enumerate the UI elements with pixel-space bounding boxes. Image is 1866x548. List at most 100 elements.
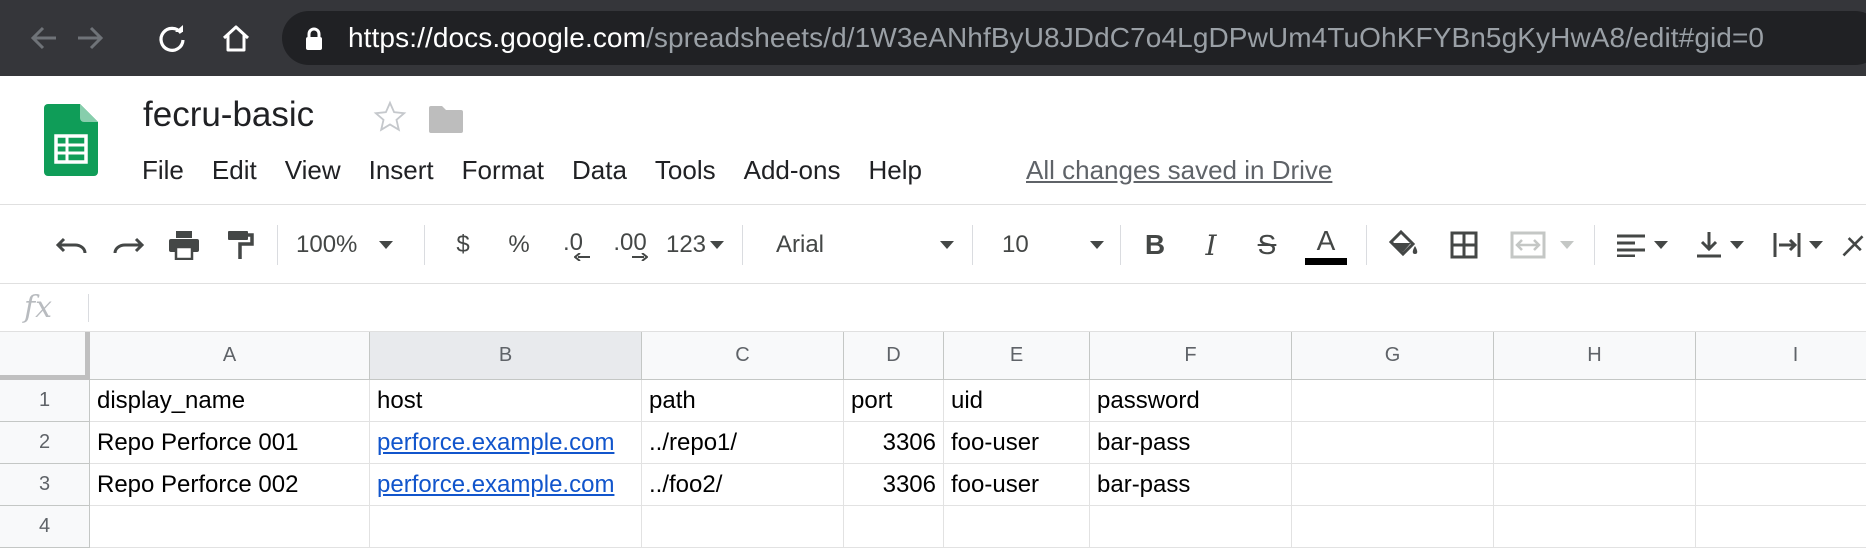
currency-format-button[interactable]: $ bbox=[446, 205, 480, 285]
text-wrapping-button[interactable] bbox=[1768, 205, 1828, 285]
menu-insert[interactable]: Insert bbox=[369, 154, 434, 186]
cell-e1[interactable]: uid bbox=[944, 380, 1090, 422]
url-path: /spreadsheets/d/1W3eANhfByU8JDdC7o4LgDPw… bbox=[646, 22, 1765, 53]
decrease-decimal-button[interactable]: .0 bbox=[552, 205, 594, 285]
row-header-1[interactable]: 1 bbox=[0, 380, 90, 422]
address-bar[interactable]: https://docs.google.com/spreadsheets/d/1… bbox=[282, 11, 1866, 65]
column-header-f[interactable]: F bbox=[1090, 332, 1292, 380]
cell-c4[interactable] bbox=[642, 506, 844, 548]
cell-f2[interactable]: bar-pass bbox=[1090, 422, 1292, 464]
cell-i4[interactable] bbox=[1696, 506, 1866, 548]
cell-a3[interactable]: Repo Perforce 002 bbox=[90, 464, 370, 506]
undo-button[interactable] bbox=[50, 205, 94, 285]
horizontal-align-button[interactable] bbox=[1612, 205, 1672, 285]
merge-cells-icon bbox=[1510, 231, 1546, 259]
bold-button[interactable]: B bbox=[1138, 205, 1172, 285]
row-header-3[interactable]: 3 bbox=[0, 464, 90, 506]
toolbar-separator bbox=[742, 225, 743, 265]
percent-label: % bbox=[508, 231, 530, 258]
merge-cells-button[interactable] bbox=[1502, 205, 1582, 285]
cell-d1[interactable]: port bbox=[844, 380, 944, 422]
cell-g1[interactable] bbox=[1292, 380, 1494, 422]
cell-g2[interactable] bbox=[1292, 422, 1494, 464]
row-header-2[interactable]: 2 bbox=[0, 422, 90, 464]
menu-tools[interactable]: Tools bbox=[655, 154, 716, 186]
fill-color-button[interactable] bbox=[1384, 205, 1424, 285]
print-button[interactable] bbox=[162, 205, 206, 285]
forward-button[interactable] bbox=[70, 18, 110, 58]
cell-d4[interactable] bbox=[844, 506, 944, 548]
cell-i2[interactable] bbox=[1696, 422, 1866, 464]
star-icon[interactable] bbox=[372, 100, 408, 134]
cell-h4[interactable] bbox=[1494, 506, 1696, 548]
cell-i3[interactable] bbox=[1696, 464, 1866, 506]
cell-g3[interactable] bbox=[1292, 464, 1494, 506]
menu-view[interactable]: View bbox=[285, 154, 341, 186]
cell-b1[interactable]: host bbox=[370, 380, 642, 422]
cell-e4[interactable] bbox=[944, 506, 1090, 548]
cell-a2[interactable]: Repo Perforce 001 bbox=[90, 422, 370, 464]
cell-i1[interactable] bbox=[1696, 380, 1866, 422]
paint-format-icon bbox=[228, 231, 254, 259]
zoom-select[interactable]: 100% bbox=[296, 205, 418, 285]
font-size-select[interactable]: 10 bbox=[1002, 205, 1104, 285]
row-header-4[interactable]: 4 bbox=[0, 506, 90, 548]
folder-icon[interactable] bbox=[428, 104, 464, 134]
cell-e2[interactable]: foo-user bbox=[944, 422, 1090, 464]
menu-add-ons[interactable]: Add-ons bbox=[744, 154, 841, 186]
cell-h3[interactable] bbox=[1494, 464, 1696, 506]
reload-button[interactable] bbox=[152, 18, 192, 58]
column-header-g[interactable]: G bbox=[1292, 332, 1494, 380]
cell-h1[interactable] bbox=[1494, 380, 1696, 422]
cell-b3[interactable]: perforce.example.com bbox=[370, 464, 642, 506]
cell-f1[interactable]: password bbox=[1090, 380, 1292, 422]
more-formats-label: 123 bbox=[665, 231, 707, 258]
column-header-i[interactable]: I bbox=[1696, 332, 1866, 380]
font-family-select[interactable]: Arial bbox=[776, 205, 954, 285]
back-button[interactable] bbox=[24, 18, 64, 58]
column-header-d[interactable]: D bbox=[844, 332, 944, 380]
formula-input[interactable] bbox=[100, 290, 1840, 326]
vertical-align-button[interactable] bbox=[1690, 205, 1750, 285]
cell-g4[interactable] bbox=[1292, 506, 1494, 548]
column-header-c[interactable]: C bbox=[642, 332, 844, 380]
cell-f3[interactable]: bar-pass bbox=[1090, 464, 1292, 506]
column-header-b[interactable]: B bbox=[370, 332, 642, 380]
cell-c1[interactable]: path bbox=[642, 380, 844, 422]
cell-d2[interactable]: 3306 bbox=[844, 422, 944, 464]
save-status-link[interactable]: All changes saved in Drive bbox=[1026, 154, 1332, 186]
more-formats-button[interactable]: 123 bbox=[664, 205, 726, 285]
paint-format-button[interactable] bbox=[218, 205, 262, 285]
column-header-a[interactable]: A bbox=[90, 332, 370, 380]
column-header-h[interactable]: H bbox=[1494, 332, 1696, 380]
percent-format-button[interactable]: % bbox=[502, 205, 536, 285]
sheets-logo-icon[interactable] bbox=[44, 104, 98, 176]
menu-help[interactable]: Help bbox=[868, 154, 921, 186]
document-title[interactable]: fecru-basic bbox=[143, 94, 314, 136]
menu-file[interactable]: File bbox=[142, 154, 184, 186]
cell-c3[interactable]: ../foo2/ bbox=[642, 464, 844, 506]
home-button[interactable] bbox=[216, 18, 256, 58]
text-color-button[interactable]: A bbox=[1304, 205, 1348, 285]
column-header-e[interactable]: E bbox=[944, 332, 1090, 380]
redo-button[interactable] bbox=[106, 205, 150, 285]
menu-data[interactable]: Data bbox=[572, 154, 627, 186]
align-left-icon bbox=[1617, 234, 1645, 257]
cell-f4[interactable] bbox=[1090, 506, 1292, 548]
borders-button[interactable] bbox=[1444, 205, 1484, 285]
menu-edit[interactable]: Edit bbox=[212, 154, 257, 186]
select-all-corner[interactable] bbox=[0, 332, 90, 380]
menu-format[interactable]: Format bbox=[462, 154, 544, 186]
cell-h2[interactable] bbox=[1494, 422, 1696, 464]
cell-c2[interactable]: ../repo1/ bbox=[642, 422, 844, 464]
increase-decimal-button[interactable]: .00 bbox=[606, 205, 654, 285]
cell-a1[interactable]: display_name bbox=[90, 380, 370, 422]
strikethrough-button[interactable]: S bbox=[1250, 205, 1284, 285]
text-rotation-button[interactable] bbox=[1840, 205, 1866, 285]
cell-b4[interactable] bbox=[370, 506, 642, 548]
cell-e3[interactable]: foo-user bbox=[944, 464, 1090, 506]
cell-b2[interactable]: perforce.example.com bbox=[370, 422, 642, 464]
cell-a4[interactable] bbox=[90, 506, 370, 548]
italic-button[interactable]: I bbox=[1194, 205, 1228, 285]
cell-d3[interactable]: 3306 bbox=[844, 464, 944, 506]
